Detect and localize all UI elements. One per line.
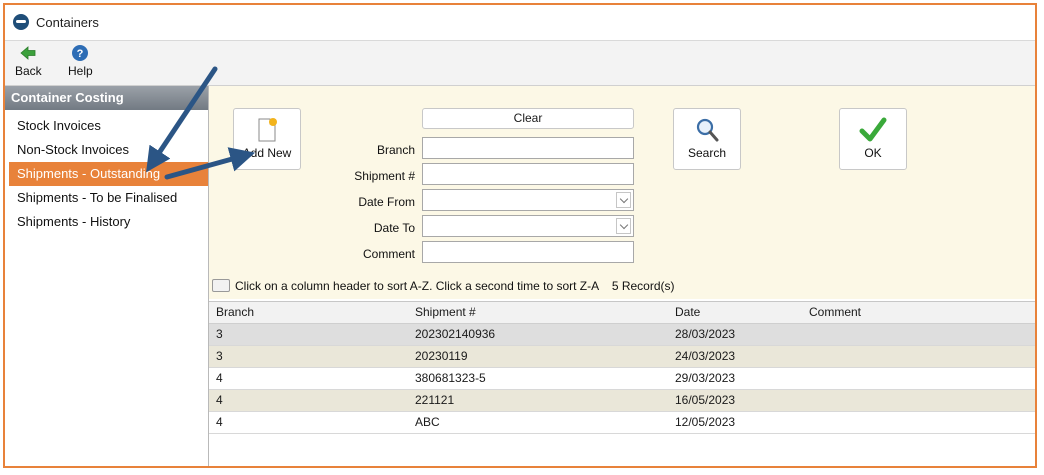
add-new-label: Add New xyxy=(242,146,292,160)
svg-text:?: ? xyxy=(77,48,84,60)
sidebar: Container Costing Stock Invoices Non-Sto… xyxy=(5,86,209,466)
folder-icon xyxy=(212,279,230,292)
cell-shipment: 20230119 xyxy=(415,349,468,363)
sidebar-header: Container Costing xyxy=(5,86,208,110)
sidebar-item-non-stock-invoices[interactable]: Non-Stock Invoices xyxy=(5,138,208,162)
window-title: Containers xyxy=(36,15,99,30)
help-label: Help xyxy=(68,64,93,78)
toolbar: Back ? Help xyxy=(5,41,1035,86)
cell-date: 16/05/2023 xyxy=(675,393,736,407)
column-header-date[interactable]: Date xyxy=(675,302,700,323)
cell-date: 28/03/2023 xyxy=(675,327,736,341)
window-frame: Containers Back ? Help Container Costing… xyxy=(3,3,1037,468)
table-row[interactable]: 3 20230119 24/03/2023 xyxy=(209,346,1035,368)
sidebar-item-shipments-history[interactable]: Shipments - History xyxy=(5,210,208,234)
help-button[interactable]: ? Help xyxy=(68,44,93,78)
sidebar-item-shipments-outstanding[interactable]: Shipments - Outstanding xyxy=(9,162,208,186)
shipment-input[interactable] xyxy=(422,163,634,185)
cell-shipment: 221121 xyxy=(415,393,455,407)
help-icon: ? xyxy=(72,45,89,61)
search-label: Search xyxy=(687,146,727,160)
grid-info-bar: Click on a column header to sort A-Z. Cl… xyxy=(212,279,675,293)
column-header-comment[interactable]: Comment xyxy=(809,302,861,323)
cell-branch: 3 xyxy=(216,327,223,341)
title-bar: Containers xyxy=(5,5,1035,41)
comment-input[interactable] xyxy=(422,241,634,263)
record-count: 5 Record(s) xyxy=(611,279,675,293)
cell-shipment: 202302140936 xyxy=(415,327,496,341)
grid-header-row: Branch Shipment # Date Comment xyxy=(209,302,1035,324)
shipments-grid: Branch Shipment # Date Comment 3 2023021… xyxy=(209,301,1035,466)
cell-shipment: ABC xyxy=(415,415,440,429)
cell-shipment: 380681323-5 xyxy=(415,371,486,385)
ok-label: OK xyxy=(864,146,882,160)
sidebar-item-shipments-to-be-finalised[interactable]: Shipments - To be Finalised xyxy=(5,186,208,210)
table-row[interactable]: 4 380681323-5 29/03/2023 xyxy=(209,368,1035,390)
back-arrow-icon xyxy=(20,46,36,60)
ok-button[interactable]: OK xyxy=(839,108,907,170)
date-to-picker[interactable] xyxy=(422,215,634,237)
new-document-icon xyxy=(258,118,277,142)
cell-date: 29/03/2023 xyxy=(675,371,736,385)
column-header-branch[interactable]: Branch xyxy=(216,302,254,323)
sidebar-item-stock-invoices[interactable]: Stock Invoices xyxy=(5,114,208,138)
filter-panel: Add New Clear Branch Shipment # Date Fro… xyxy=(209,86,1035,299)
column-header-shipment[interactable]: Shipment # xyxy=(415,302,476,323)
search-icon xyxy=(696,118,719,142)
search-button[interactable]: Search xyxy=(673,108,741,170)
clear-button[interactable]: Clear xyxy=(422,108,634,129)
chevron-down-icon[interactable] xyxy=(616,218,631,234)
date-to-label: Date To xyxy=(373,221,415,235)
cell-branch: 4 xyxy=(216,371,223,385)
cell-branch: 4 xyxy=(216,393,223,407)
comment-label: Comment xyxy=(362,247,415,261)
add-new-button[interactable]: Add New xyxy=(233,108,301,170)
chevron-down-icon[interactable] xyxy=(616,192,631,208)
cell-date: 12/05/2023 xyxy=(675,415,736,429)
app-logo-icon xyxy=(13,14,29,30)
checkmark-icon xyxy=(859,117,887,142)
shipment-label: Shipment # xyxy=(354,169,415,183)
cell-branch: 3 xyxy=(216,349,223,363)
back-label: Back xyxy=(15,64,42,78)
sort-hint: Click on a column header to sort A-Z. Cl… xyxy=(235,279,599,293)
cell-branch: 4 xyxy=(216,415,223,429)
table-row[interactable]: 3 202302140936 28/03/2023 xyxy=(209,324,1035,346)
date-from-label: Date From xyxy=(358,195,415,209)
back-button[interactable]: Back xyxy=(15,44,42,78)
table-row[interactable]: 4 ABC 12/05/2023 xyxy=(209,412,1035,434)
cell-date: 24/03/2023 xyxy=(675,349,736,363)
branch-label: Branch xyxy=(376,143,415,157)
branch-input[interactable] xyxy=(422,137,634,159)
date-from-picker[interactable] xyxy=(422,189,634,211)
table-row[interactable]: 4 221121 16/05/2023 xyxy=(209,390,1035,412)
